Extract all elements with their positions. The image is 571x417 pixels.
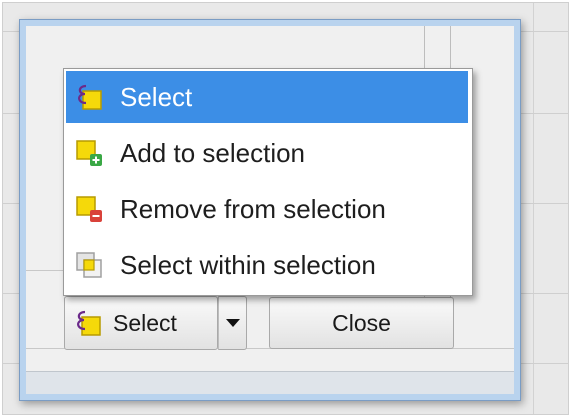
menu-item-add-to-selection[interactable]: Add to selection	[66, 127, 468, 179]
menu-item-select-within-selection[interactable]: Select within selection	[66, 239, 468, 291]
menu-item-label: Remove from selection	[120, 193, 386, 224]
add-selection-icon	[76, 140, 102, 166]
menu-item-select[interactable]: Select	[66, 71, 468, 123]
screenshot-frame: Select Close Select Add to selection Rem…	[2, 2, 569, 415]
menu-item-remove-from-selection[interactable]: Remove from selection	[66, 183, 468, 235]
menu-item-label: Select within selection	[120, 249, 376, 280]
select-icon	[77, 310, 101, 336]
select-dropdown-button[interactable]	[218, 296, 247, 350]
close-button[interactable]: Close	[269, 297, 454, 349]
close-button-label: Close	[332, 309, 391, 336]
dialog-bottom-bar	[26, 371, 514, 394]
grid-line	[533, 3, 534, 414]
select-button[interactable]: Select	[64, 296, 218, 350]
select-within-icon	[76, 252, 102, 278]
menu-item-label: Select	[120, 81, 193, 112]
select-button-label: Select	[113, 309, 177, 336]
remove-selection-icon	[76, 196, 102, 222]
menu-item-label: Add to selection	[120, 137, 306, 168]
selection-mode-menu: Select Add to selection Remove from sele…	[63, 68, 473, 296]
chevron-down-icon	[225, 319, 240, 327]
select-icon	[78, 84, 102, 110]
